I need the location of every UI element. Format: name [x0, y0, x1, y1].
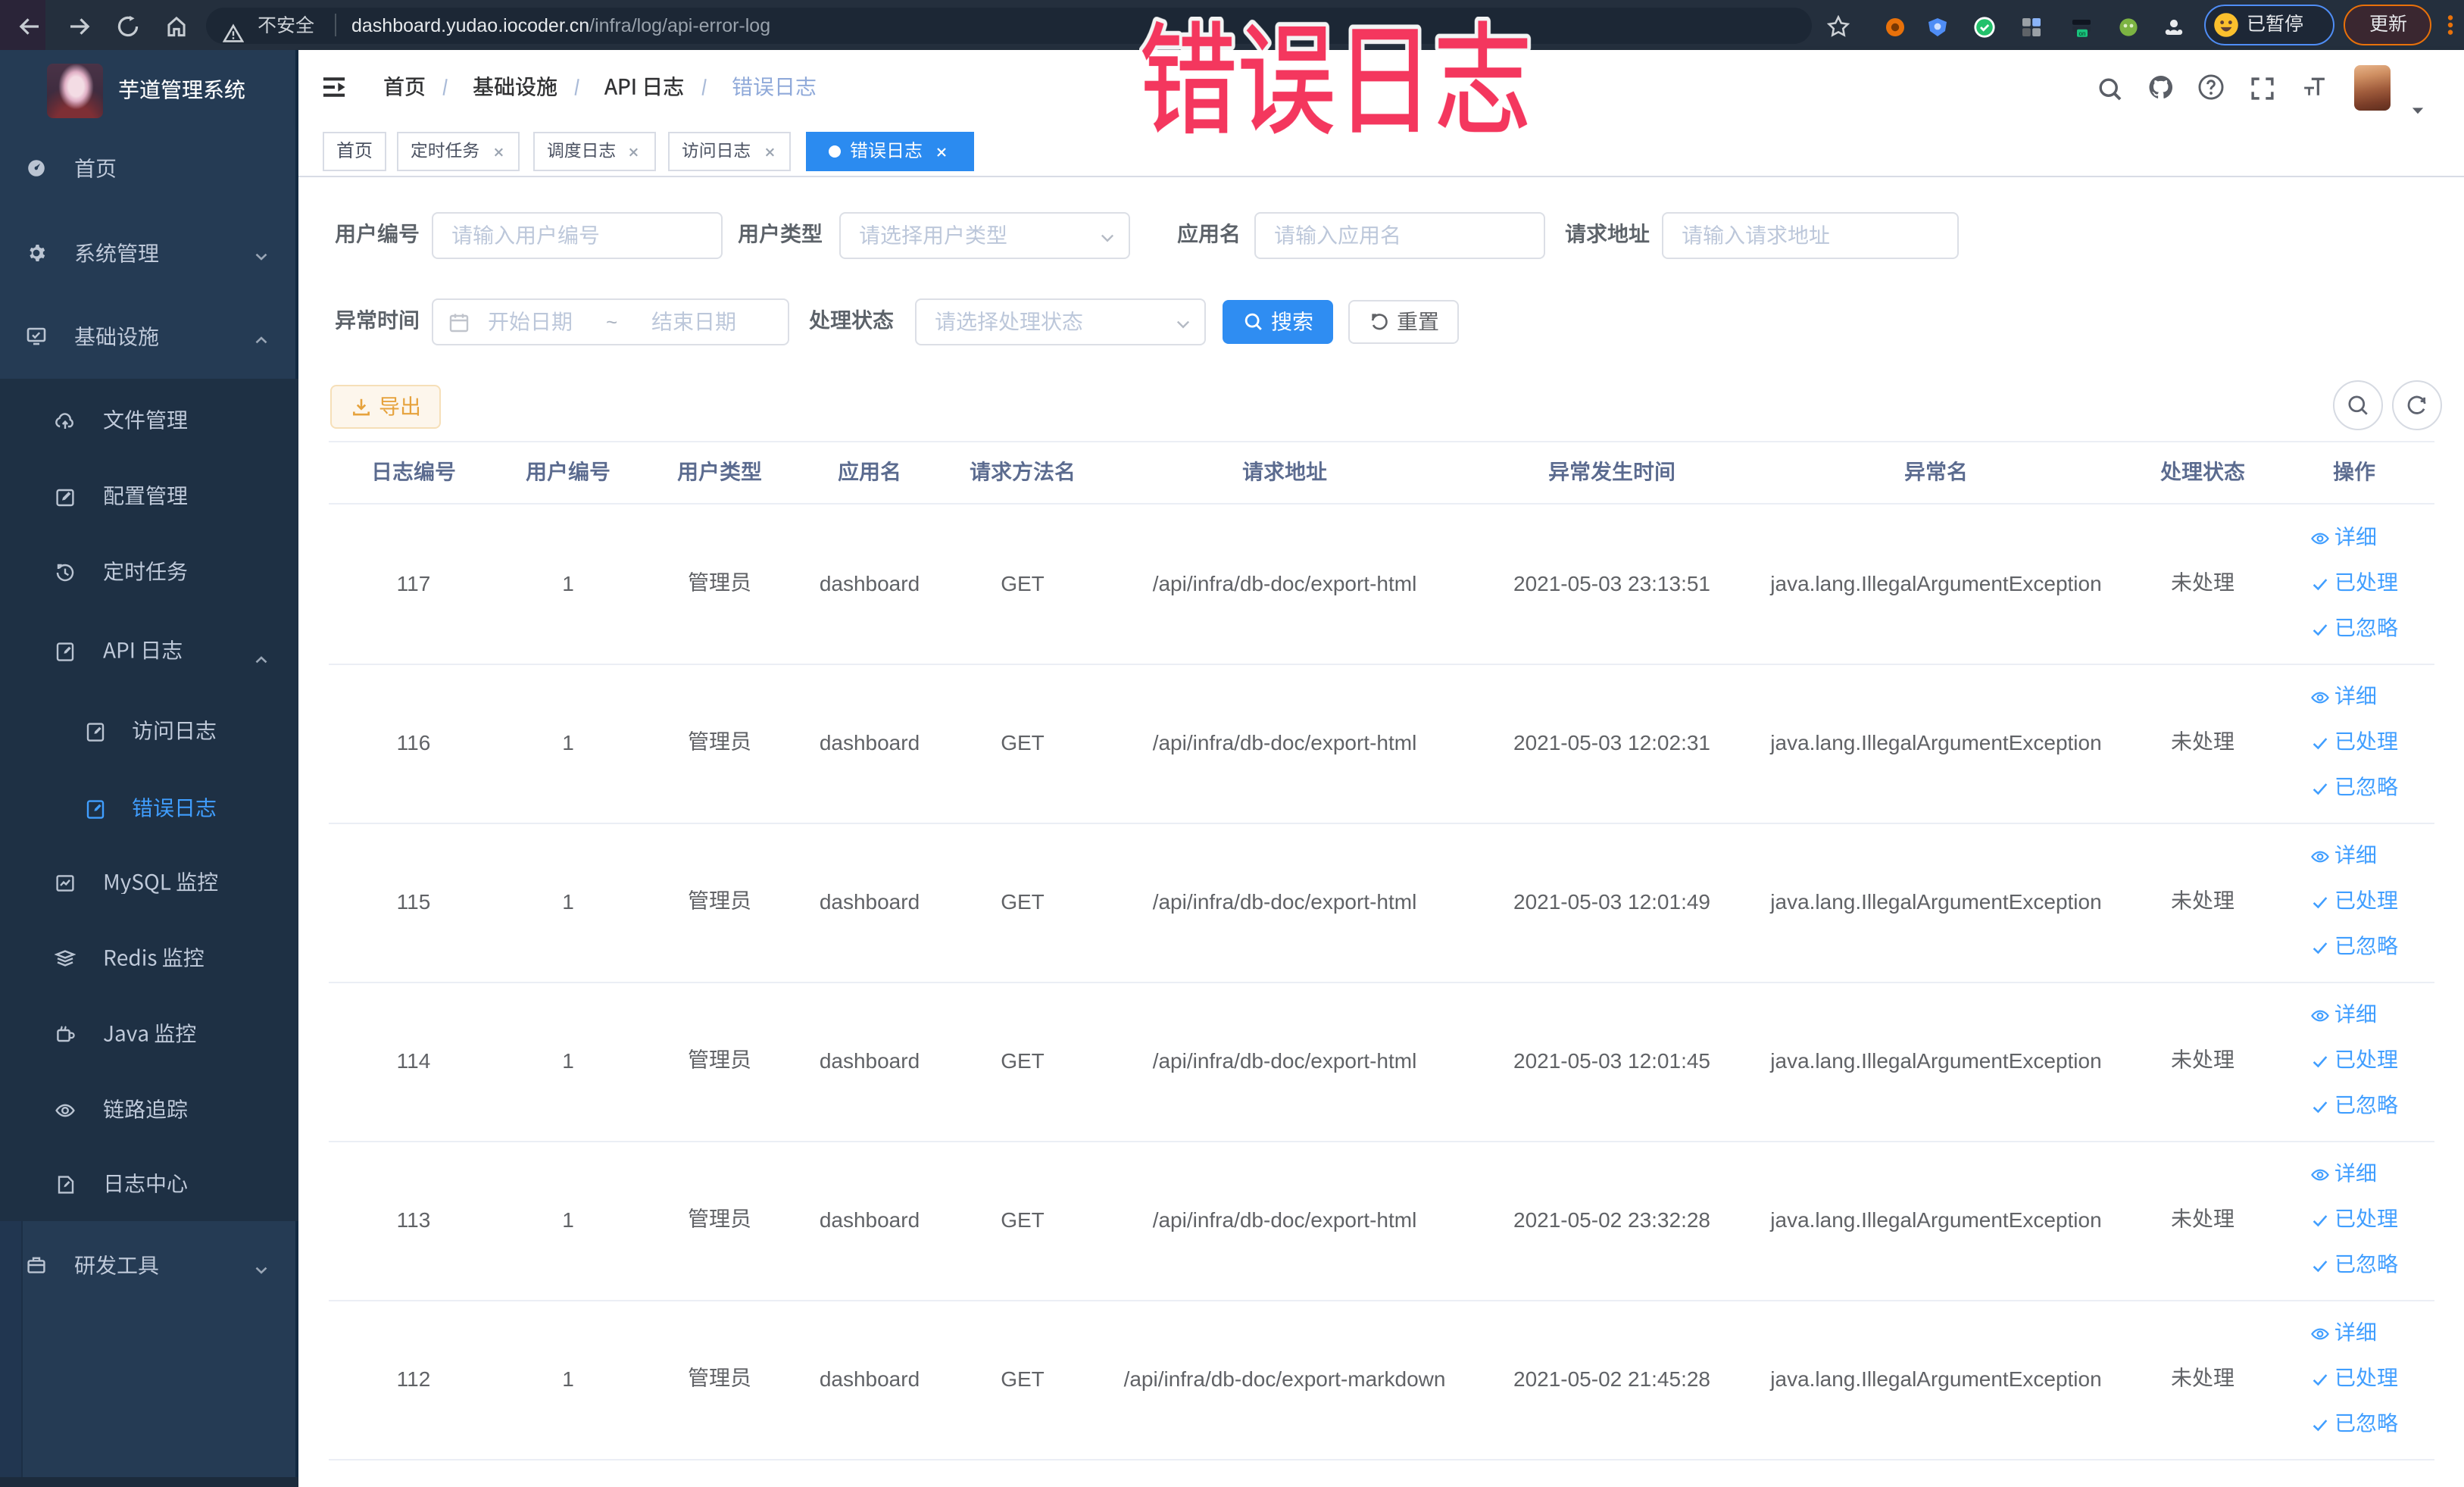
- svg-text:on: on: [2079, 30, 2086, 37]
